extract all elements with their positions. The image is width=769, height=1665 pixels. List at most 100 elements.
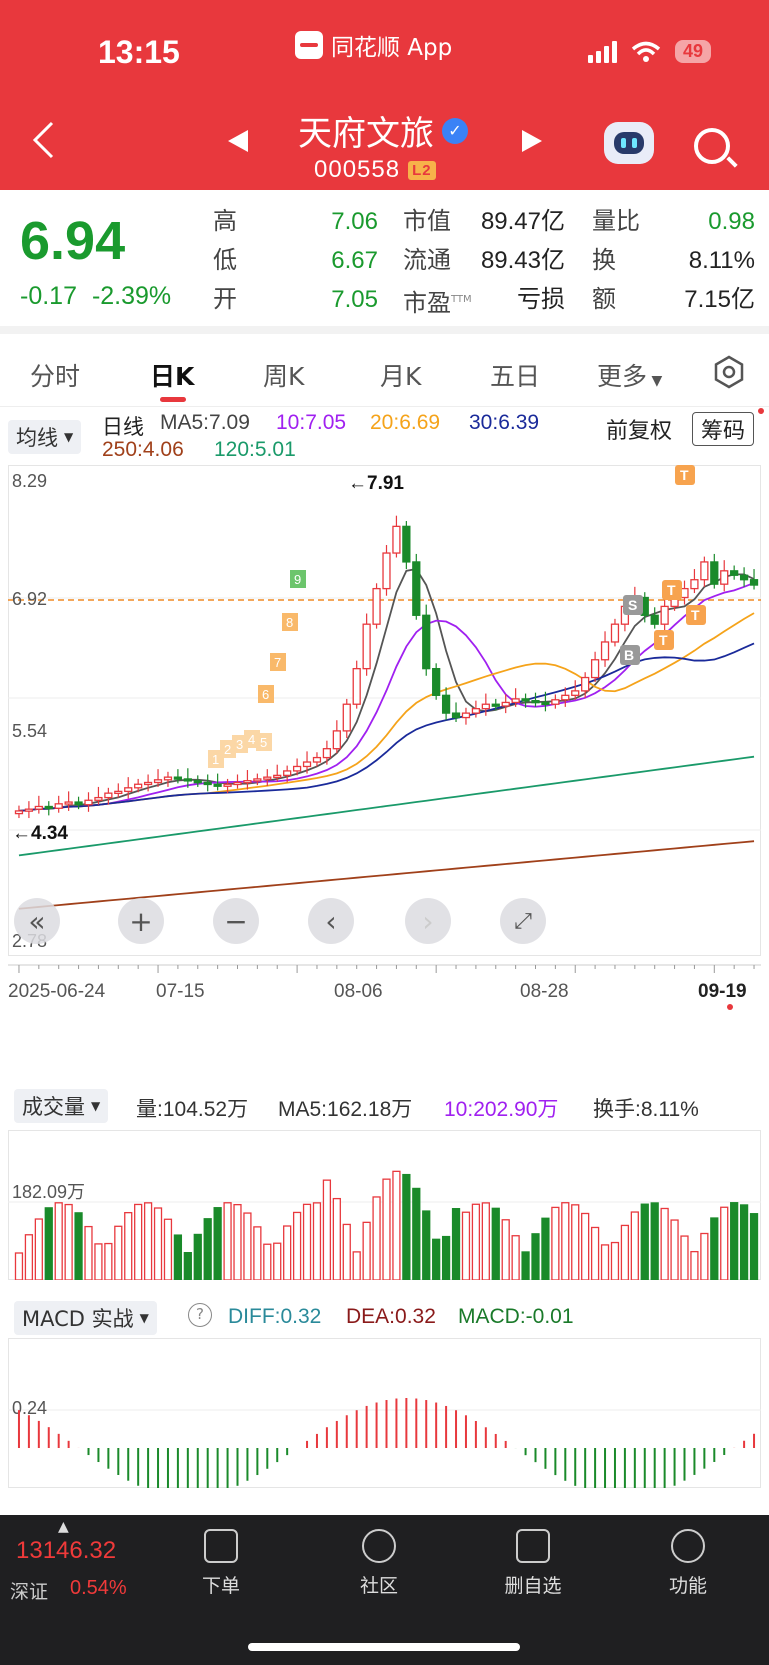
signal-label: 3 <box>236 737 243 752</box>
scroll-right-button[interactable]: › <box>405 898 451 944</box>
fullscreen-icon[interactable]: ⤢ <box>500 898 546 944</box>
candle-body <box>491 703 500 707</box>
volume-bar <box>680 1235 689 1281</box>
ma30-value: 30:6.39 <box>469 411 540 434</box>
ma-selector[interactable]: 均线 ▼ <box>8 420 82 454</box>
volume-bar <box>451 1208 461 1281</box>
volume-bar <box>541 1217 550 1281</box>
volume-bar <box>54 1202 63 1281</box>
tab-more[interactable]: 更多 ▼ <box>597 357 662 393</box>
period-tabs: 分时 日K 周K 月K 五日 更多 ▼ <box>0 335 769 407</box>
volume-selector[interactable]: 成交量 ▼ <box>14 1089 109 1123</box>
adjust-mode[interactable]: 前复权 <box>606 413 672 445</box>
collapse-icon[interactable]: « <box>14 898 60 944</box>
volume-bar <box>332 1197 341 1281</box>
help-icon[interactable]: ? <box>188 1303 212 1327</box>
ma20-line <box>18 612 755 812</box>
status-time: 13:15 <box>98 34 180 70</box>
volume-bar <box>283 1225 292 1281</box>
candle-body <box>213 783 222 787</box>
x-tick-date-1: 07-15 <box>156 981 205 1002</box>
signal-icon <box>587 40 617 63</box>
stock-code-text: 000558 <box>314 156 401 183</box>
volume-bar <box>64 1203 73 1281</box>
candle-body <box>710 561 719 585</box>
kline-svg: 8.29 6.92 5.54 2.78 ←7.91 ←4.34 1 2 3 4 … <box>8 465 761 1010</box>
tab-monthly[interactable]: 月K <box>380 357 421 393</box>
notification-dot <box>758 408 764 414</box>
volume-bar <box>263 1243 272 1281</box>
chips-button[interactable]: 筹码 <box>692 412 755 446</box>
volume-bars <box>14 1170 759 1281</box>
zoom-in-button[interactable]: + <box>118 898 164 944</box>
volume-bar <box>134 1203 143 1281</box>
pe-label: 市盈TTM <box>403 280 472 323</box>
volume-bar <box>352 1251 361 1281</box>
candle-body <box>342 703 351 732</box>
nav-community-label: 社区 <box>359 1575 398 1597</box>
tab-intraday[interactable]: 分时 <box>30 357 80 393</box>
candle-body <box>581 676 590 692</box>
caret-down-icon: ▼ <box>64 430 74 444</box>
volume-bar <box>372 1196 381 1281</box>
diff-value: DIFF:0.32 <box>228 1305 322 1328</box>
section-divider <box>0 326 769 334</box>
volume-bar <box>104 1242 113 1281</box>
vr-label: 量比 <box>592 207 640 235</box>
settings-hexagon-icon[interactable] <box>712 355 746 389</box>
prev-stock-button[interactable] <box>226 128 250 161</box>
volume-bar <box>342 1223 351 1281</box>
scroll-left-button[interactable]: ‹ <box>308 898 354 944</box>
search-icon[interactable] <box>694 128 730 164</box>
ma10-value: 10:7.05 <box>276 411 347 434</box>
macd-selector[interactable]: MACD 实战 ▼ <box>14 1301 157 1335</box>
volume-bar <box>571 1204 580 1281</box>
kline-chart[interactable]: 8.29 6.92 5.54 2.78 ←7.91 ←4.34 1 2 3 4 … <box>8 465 761 1025</box>
candle-body <box>34 805 43 810</box>
volume-svg: 182.09万 <box>8 1130 761 1281</box>
zoom-out-button[interactable]: − <box>213 898 259 944</box>
vr-value: 0.98 <box>708 208 755 235</box>
tab-daily[interactable]: 日K <box>150 357 194 393</box>
signal-label: 5 <box>260 735 267 750</box>
index-pct: 0.54% <box>70 1577 127 1599</box>
caret-down-icon: ▼ <box>647 373 663 389</box>
current-price: 6.94 <box>20 211 126 271</box>
volume-bar <box>461 1211 471 1281</box>
ai-assistant-icon[interactable] <box>604 122 654 164</box>
signal-label: 4 <box>248 732 255 747</box>
volume-chart[interactable]: 182.09万 <box>8 1130 761 1281</box>
remove-watchlist-icon <box>516 1529 550 1563</box>
today-dot <box>727 1004 733 1010</box>
volume-bar <box>501 1219 510 1281</box>
change-pct: -2.39% <box>91 282 172 310</box>
nav-order[interactable]: 下单 <box>176 1529 266 1598</box>
candle-body <box>273 774 282 779</box>
back-button[interactable] <box>30 120 56 170</box>
battery-icon: 49 <box>674 40 711 63</box>
period-label: 日线 <box>102 416 144 439</box>
candle-body <box>84 799 93 806</box>
order-icon <box>204 1529 238 1563</box>
macd-chart[interactable]: 0.24 <box>8 1338 761 1498</box>
candle-body <box>432 667 441 696</box>
candle-body <box>223 783 232 787</box>
nav-functions[interactable]: 功能 <box>643 1529 733 1598</box>
candle-body <box>104 792 113 799</box>
high-value: 7.06 <box>331 208 378 235</box>
candle-body <box>153 779 163 784</box>
nav-remove-watchlist[interactable]: 删自选 <box>488 1529 578 1598</box>
pe-value: 亏损 <box>517 286 565 313</box>
volume-bar <box>471 1203 481 1281</box>
ma30-line <box>18 642 755 812</box>
tab-five-day[interactable]: 五日 <box>490 357 540 393</box>
volume-bar <box>14 1252 24 1281</box>
index-name: 深证 <box>10 1581 49 1603</box>
index-value[interactable]: 13146.32 <box>16 1537 116 1565</box>
tab-weekly[interactable]: 周K <box>263 357 304 393</box>
next-stock-button[interactable] <box>520 128 544 161</box>
candle-body <box>730 570 739 576</box>
low-marker: ←4.34 <box>12 823 68 844</box>
nav-community[interactable]: 社区 <box>334 1529 424 1598</box>
candle-body <box>501 701 510 707</box>
